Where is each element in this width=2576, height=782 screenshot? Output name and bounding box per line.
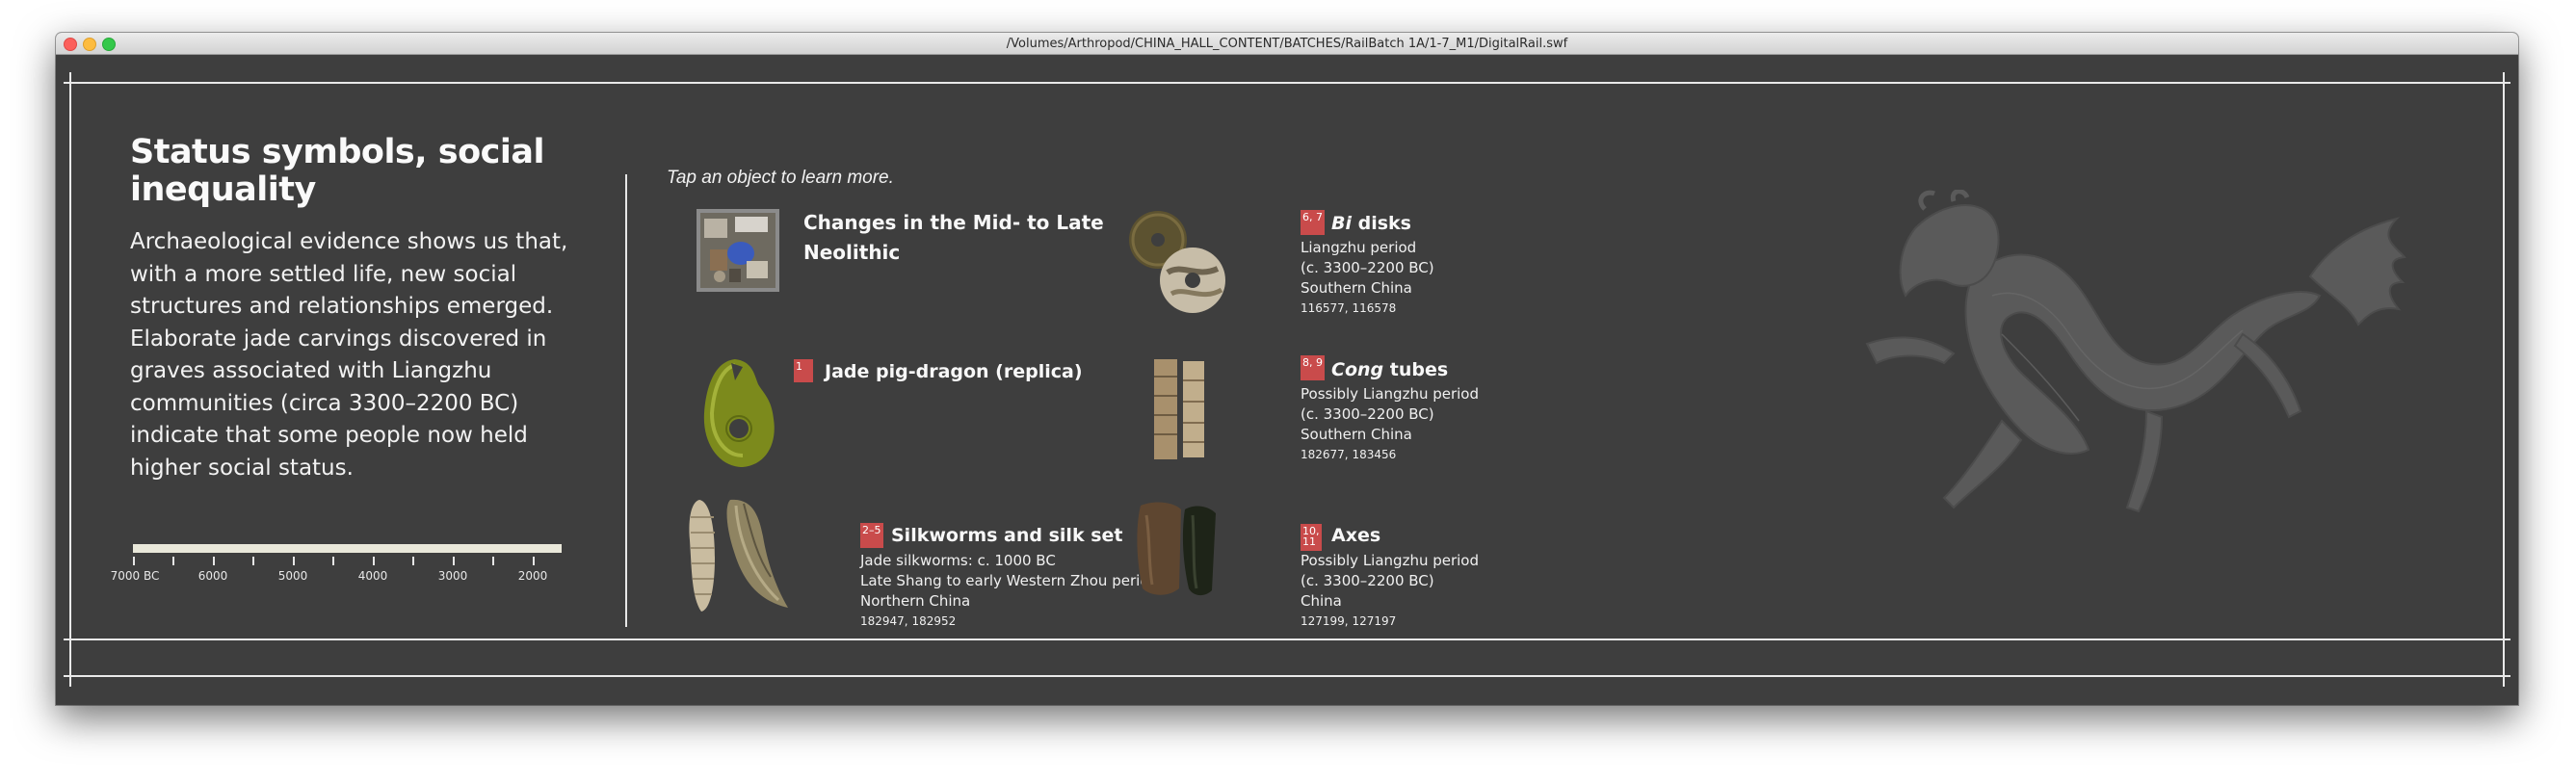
axes-title[interactable]: Axes bbox=[1331, 525, 1380, 546]
object-neolithic-changes[interactable]: Changes in the Mid- to Late Neolithic bbox=[697, 209, 1104, 305]
bi-disks-badge: 6, 7 bbox=[1301, 210, 1325, 235]
bi-disks-details: Liangzhu period (c. 3300–2200 BC) Southe… bbox=[1301, 238, 1434, 319]
axes-detail-line2: (c. 3300–2200 BC) bbox=[1301, 572, 1434, 589]
frame-line-bottom-2 bbox=[64, 675, 2510, 677]
object-bi-disks[interactable]: 6, 7 Bi disks Liangzhu period (c. 3300–2… bbox=[1125, 209, 1434, 353]
jade-pig-dragon-image[interactable] bbox=[697, 355, 783, 471]
bi-disks-title-rest: disks bbox=[1352, 213, 1411, 234]
cong-tubes-detail-line2: (c. 3300–2200 BC) bbox=[1301, 405, 1434, 423]
frame-line-right bbox=[2503, 72, 2505, 687]
timeline-tick bbox=[172, 557, 174, 565]
window-title: /Volumes/Arthropod/CHINA_HALL_CONTENT/BA… bbox=[1006, 37, 1568, 51]
object-jade-pig-dragon[interactable]: 1 Jade pig-dragon (replica) bbox=[697, 355, 1101, 471]
object-axes[interactable]: 10, 11 Axes Possibly Liangzhu period (c.… bbox=[1125, 496, 1479, 628]
frame-line-top bbox=[64, 82, 2510, 84]
section-heading: Status symbols, social inequality bbox=[130, 133, 545, 209]
rail-content: Status symbols, social inequality Archae… bbox=[56, 55, 2518, 705]
silkworms-detail-line3: Northern China bbox=[860, 592, 971, 610]
cong-tubes-detail-line1: Possibly Liangzhu period bbox=[1301, 385, 1480, 403]
neolithic-title-line1[interactable]: Changes in the Mid- to Late bbox=[803, 211, 1104, 234]
timeline-tick bbox=[213, 557, 215, 565]
timeline-label: 7000 BC bbox=[110, 569, 160, 583]
silkworms-title[interactable]: Silkworms and silk set bbox=[891, 525, 1122, 546]
cong-tubes-details: Possibly Liangzhu period (c. 3300–2200 B… bbox=[1301, 384, 1479, 465]
app-window: /Volumes/Arthropod/CHINA_HALL_CONTENT/BA… bbox=[56, 33, 2518, 705]
object-silkworms-silk[interactable]: 2–5 Silkworms and silk set Jade silkworm… bbox=[682, 496, 1158, 628]
timeline-label: 6000 bbox=[197, 569, 228, 583]
axes-detail-line3: China bbox=[1301, 592, 1342, 610]
bi-disks-image[interactable] bbox=[1125, 209, 1231, 317]
timeline-bar[interactable] bbox=[133, 544, 562, 553]
timeline-tick bbox=[412, 557, 414, 565]
cong-tubes-title-rest: tubes bbox=[1383, 359, 1449, 380]
timeline-tick bbox=[332, 557, 334, 565]
silkworms-detail-line2: Late Shang to early Western Zhou period bbox=[860, 572, 1158, 589]
cong-tubes-detail-line3: Southern China bbox=[1301, 426, 1412, 443]
bi-disks-title-italic: Bi bbox=[1331, 213, 1352, 234]
cong-tubes-title-italic: Cong bbox=[1331, 359, 1384, 380]
timeline-label: 5000 bbox=[277, 569, 308, 583]
frame-line-left bbox=[69, 72, 71, 687]
cong-tubes-registration-numbers: 182677, 183456 bbox=[1301, 448, 1397, 461]
tap-hint: Tap an object to learn more. bbox=[667, 168, 894, 188]
timeline-tick bbox=[293, 557, 295, 565]
silkworms-registration-numbers: 182947, 182952 bbox=[860, 614, 957, 628]
pig-dragon-title[interactable]: Jade pig-dragon (replica) bbox=[825, 361, 1083, 382]
bi-disks-detail-line3: Southern China bbox=[1301, 279, 1412, 297]
silkworms-detail-line1: Jade silkworms: c. 1000 BC bbox=[860, 552, 1056, 569]
axes-details: Possibly Liangzhu period (c. 3300–2200 B… bbox=[1301, 551, 1479, 632]
cong-tubes-image[interactable] bbox=[1125, 355, 1231, 461]
silkworms-badge: 2–5 bbox=[860, 523, 883, 548]
frame-line-bottom-1 bbox=[64, 639, 2510, 640]
timeline-tick bbox=[533, 557, 535, 565]
cong-tubes-badge: 8, 9 bbox=[1301, 355, 1325, 380]
timeline-label: 4000 bbox=[357, 569, 388, 583]
timeline-tick bbox=[133, 557, 135, 565]
axes-badge-line2: 11 bbox=[1302, 535, 1316, 548]
timeline-tick bbox=[373, 557, 375, 565]
timeline-tick bbox=[453, 557, 455, 565]
axes-badge: 10, 11 bbox=[1301, 524, 1322, 551]
column-divider bbox=[625, 174, 627, 627]
neolithic-title-line2[interactable]: Neolithic bbox=[803, 241, 900, 264]
neolithic-scene-thumbnail[interactable] bbox=[697, 209, 779, 292]
silkworms-image[interactable] bbox=[682, 496, 794, 615]
timeline-label: 3000 bbox=[437, 569, 468, 583]
axes-image[interactable] bbox=[1125, 496, 1231, 602]
bi-disks-title[interactable]: Bi disks bbox=[1331, 213, 1411, 234]
object-cong-tubes[interactable]: 8, 9 Cong tubes Possibly Liangzhu period… bbox=[1125, 355, 1479, 471]
bi-disks-detail-line1: Liangzhu period bbox=[1301, 239, 1417, 256]
axes-detail-line1: Possibly Liangzhu period bbox=[1301, 552, 1480, 569]
silkworms-details: Jade silkworms: c. 1000 BC Late Shang to… bbox=[860, 551, 1158, 632]
title-bar[interactable]: /Volumes/Arthropod/CHINA_HALL_CONTENT/BA… bbox=[56, 33, 2518, 55]
timeline-tick bbox=[252, 557, 254, 565]
timeline-label: 2000 bbox=[517, 569, 548, 583]
bi-disks-registration-numbers: 116577, 116578 bbox=[1301, 301, 1397, 315]
intro-text: Archaeological evidence shows us that, w… bbox=[130, 229, 568, 481]
axes-registration-numbers: 127199, 127197 bbox=[1301, 614, 1397, 628]
intro-column: Status symbols, social inequality Archae… bbox=[130, 134, 583, 484]
dragon-illustration bbox=[1865, 190, 2406, 513]
pig-dragon-badge: 1 bbox=[794, 359, 813, 382]
bi-disks-detail-line2: (c. 3300–2200 BC) bbox=[1301, 259, 1434, 276]
timeline[interactable]: 7000 BC 6000 5000 4000 3000 2000 bbox=[111, 544, 562, 583]
cong-tubes-title[interactable]: Cong tubes bbox=[1331, 359, 1448, 380]
timeline-tick bbox=[492, 557, 494, 565]
